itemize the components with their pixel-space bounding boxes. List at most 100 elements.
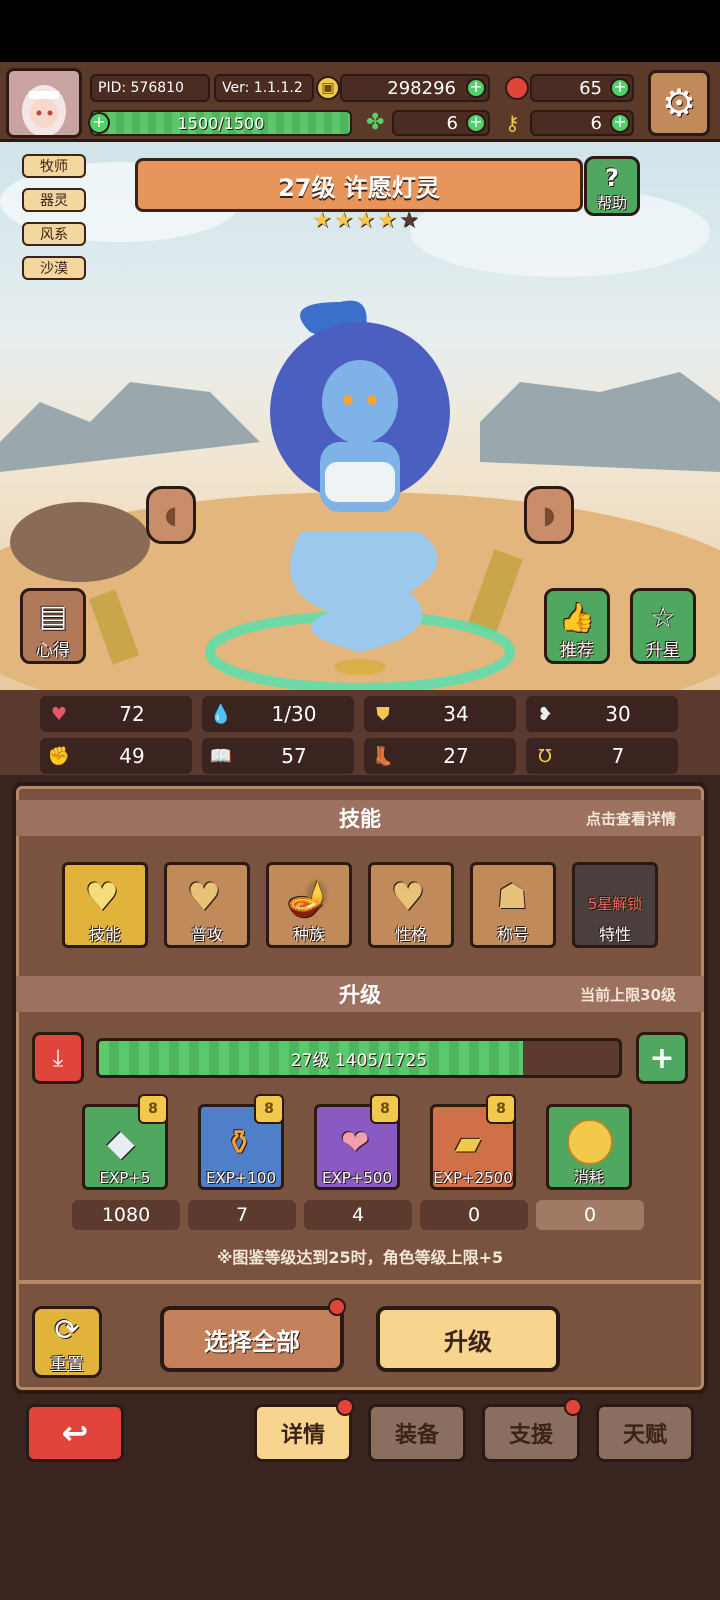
help-button[interactable]: ? 帮助 bbox=[584, 156, 640, 216]
star-rating: ★ ★ ★ ★ ★ bbox=[312, 208, 419, 233]
coin-badge-icon: 8 bbox=[138, 1094, 168, 1124]
heart-plus-icon: ♥ bbox=[391, 875, 426, 919]
notification-dot bbox=[564, 1398, 582, 1416]
gold-coin-icon bbox=[567, 1119, 613, 1165]
gear-icon: ⚙ bbox=[661, 81, 697, 125]
energy-add-icon[interactable]: + bbox=[88, 112, 110, 134]
book-icon: 📖 bbox=[209, 745, 233, 767]
notification-dot bbox=[328, 1298, 346, 1316]
clover-amount: 6 bbox=[446, 112, 458, 134]
notification-dot bbox=[336, 1398, 354, 1416]
stat-attack: ✊ 49 bbox=[40, 738, 192, 774]
notes-button[interactable]: ▤ 心得 bbox=[20, 588, 86, 664]
potion-icon: ⚱ bbox=[225, 1123, 254, 1163]
reset-button[interactable]: ⟳ 重置 bbox=[32, 1306, 102, 1378]
level-cap-note: ※图鉴等级达到25时，角色等级上限+5 bbox=[216, 1248, 504, 1267]
heart-plus-icon: ♥ bbox=[187, 875, 222, 919]
gold-bar-icon: ▰ bbox=[455, 1123, 482, 1163]
fist-icon: ✊ bbox=[47, 745, 71, 767]
gem-add-icon[interactable]: + bbox=[610, 78, 630, 98]
stat-agility: 👢 27 bbox=[364, 738, 516, 774]
character-title-banner: 27级 许愿灯灵 bbox=[135, 158, 583, 212]
clover-add-icon[interactable]: + bbox=[466, 113, 486, 133]
water-drop-icon: 💧 bbox=[209, 703, 233, 725]
skill-slot-attack[interactable]: ♥ 普攻 bbox=[164, 862, 250, 948]
help-label: 帮助 bbox=[596, 194, 627, 212]
stat-mana: 💧 1/30 bbox=[202, 696, 354, 732]
player-avatar[interactable] bbox=[6, 68, 82, 138]
key-add-icon[interactable]: + bbox=[610, 113, 630, 133]
exp-item-count: 1080 bbox=[72, 1200, 180, 1230]
skills-hint[interactable]: 点击查看详情 bbox=[586, 808, 676, 829]
gem-amount: 65 bbox=[579, 77, 602, 99]
coin-badge-icon: 8 bbox=[486, 1094, 516, 1124]
lock-text: 5星解锁 bbox=[587, 895, 643, 913]
tag-type: 器灵 bbox=[22, 188, 86, 212]
thumbs-up-icon: 👍 bbox=[559, 601, 595, 634]
skills-header: 技能 点击查看详情 bbox=[16, 800, 704, 836]
coin-badge-icon: 8 bbox=[370, 1094, 400, 1124]
boot-icon: 👢 bbox=[371, 745, 395, 767]
status-bar bbox=[0, 0, 720, 62]
stat-defense: ⛊ 34 bbox=[364, 696, 516, 732]
panel-divider bbox=[16, 1280, 704, 1284]
skill-slot-personality[interactable]: ♥ 性格 bbox=[368, 862, 454, 948]
tab-equipment[interactable]: 装备 bbox=[368, 1404, 466, 1462]
tab-talent[interactable]: 天赋 bbox=[596, 1404, 694, 1462]
pid-text: PID: 576810 bbox=[98, 80, 184, 96]
version-box: Ver: 1.1.1.2 bbox=[214, 74, 314, 102]
clover-icon: ✤ bbox=[366, 110, 385, 135]
star-empty-icon: ★ bbox=[398, 208, 419, 233]
skills-title: 技能 bbox=[339, 807, 381, 831]
crystal-icon: ◆ bbox=[107, 1123, 135, 1164]
next-character-arrow[interactable]: ◗ bbox=[524, 486, 574, 544]
tag-class: 牧师 bbox=[22, 154, 86, 178]
upgrade-button[interactable]: 升级 bbox=[376, 1306, 560, 1372]
level-progress-text: 27级 1405/1725 bbox=[290, 1050, 428, 1071]
genie-character[interactable] bbox=[190, 292, 530, 690]
shield-icon: ⛊ bbox=[376, 703, 390, 725]
skill-slot-title[interactable]: ☗ 称号 bbox=[470, 862, 556, 948]
heart-icon: ♥ bbox=[50, 703, 68, 725]
upgrade-label: 升级 bbox=[444, 1327, 492, 1356]
prev-character-arrow[interactable]: ◖ bbox=[146, 486, 196, 544]
skill-slot-skill[interactable]: ♥ 技能 bbox=[62, 862, 148, 948]
energy-text: 1500/1500 bbox=[177, 113, 265, 133]
version-text: Ver: 1.1.1.2 bbox=[222, 80, 303, 96]
star-up-button[interactable]: ☆ 升星 bbox=[630, 588, 696, 664]
consume-count: 0 bbox=[536, 1200, 644, 1230]
horseshoe-icon: Ʊ bbox=[538, 745, 552, 767]
stat-hp: ♥ 72 bbox=[40, 696, 192, 732]
gold-add-icon[interactable]: + bbox=[466, 78, 486, 98]
figure-icon: ☗ bbox=[497, 877, 528, 917]
skill-slot-race[interactable]: 🪔 种族 bbox=[266, 862, 352, 948]
gold-coin-icon: ▣ bbox=[316, 76, 340, 100]
lamp-icon: 🪔 bbox=[287, 879, 330, 919]
recommend-button[interactable]: 👍 推荐 bbox=[544, 588, 610, 664]
reset-label: 重置 bbox=[50, 1355, 84, 1375]
exp-item-count: 7 bbox=[188, 1200, 296, 1230]
plus-icon: + bbox=[649, 1040, 675, 1076]
settings-button[interactable]: ⚙ bbox=[648, 70, 710, 136]
refresh-icon: ⟳ bbox=[54, 1313, 80, 1348]
select-all-label: 选择全部 bbox=[204, 1327, 300, 1356]
select-all-button[interactable]: 选择全部 bbox=[160, 1306, 344, 1372]
level-up-add-button[interactable]: + bbox=[636, 1032, 688, 1084]
gem-icon bbox=[505, 76, 529, 100]
gold-amount: 298296 bbox=[387, 77, 456, 99]
peach-icon: ❤ bbox=[341, 1123, 370, 1163]
energy-bar: 1500/1500 bbox=[90, 110, 352, 136]
star-icon: ☆ bbox=[650, 601, 676, 634]
star-filled-icon: ★ bbox=[333, 208, 354, 233]
recommend-label: 推荐 bbox=[560, 641, 594, 661]
star-filled-icon: ★ bbox=[377, 208, 397, 233]
skill-slot-trait[interactable]: 5星解锁 特性 bbox=[572, 862, 658, 948]
back-button[interactable]: ↩ bbox=[26, 1404, 124, 1462]
wing-icon: ❥ bbox=[537, 703, 553, 725]
level-down-button[interactable]: ⤓ bbox=[32, 1032, 84, 1084]
consume-gold-item[interactable]: 消耗 bbox=[546, 1104, 632, 1190]
key-amount: 6 bbox=[590, 112, 602, 134]
star-up-label: 升星 bbox=[646, 641, 680, 661]
exp-item-count: 0 bbox=[420, 1200, 528, 1230]
star-filled-icon: ★ bbox=[355, 208, 376, 233]
